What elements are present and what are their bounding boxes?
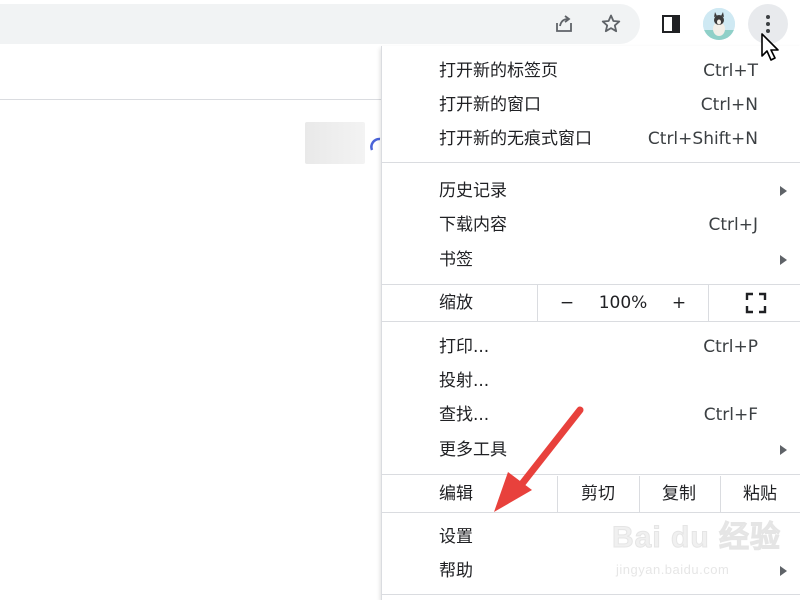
menu-separator [382, 321, 800, 322]
browser-window: 打开新的标签页 Ctrl+T 打开新的窗口 Ctrl+N 打开新的无痕式窗口 C… [0, 0, 800, 600]
menu-item-cast[interactable]: 投射... [382, 364, 800, 398]
fullscreen-icon[interactable] [738, 285, 774, 321]
menu-item-label: 历史记录 [439, 181, 507, 201]
cut-button[interactable]: 剪切 [562, 476, 634, 512]
menu-item-bookmarks[interactable]: 书签 [382, 243, 800, 277]
menu-item-label: 查找... [439, 405, 490, 425]
menu-item-new-tab[interactable]: 打开新的标签页 Ctrl+T [382, 54, 800, 88]
menu-item-shortcut: Ctrl+N [700, 95, 758, 115]
submenu-arrow-icon [780, 255, 787, 265]
menu-item-label: 打开新的窗口 [439, 95, 541, 115]
edit-label: 编辑 [439, 484, 473, 504]
menu-item-shortcut: Ctrl+Shift+N [647, 129, 758, 149]
menu-separator [382, 594, 800, 595]
chrome-main-menu: 打开新的标签页 Ctrl+T 打开新的窗口 Ctrl+N 打开新的无痕式窗口 C… [381, 46, 800, 600]
browser-toolbar [0, 0, 800, 48]
bookmark-star-icon[interactable] [595, 8, 627, 40]
menu-item-label: 更多工具 [439, 440, 507, 460]
menu-item-shortcut: Ctrl+P [703, 337, 758, 357]
menu-item-shortcut: Ctrl+J [708, 215, 758, 235]
menu-vertical-divider [639, 476, 640, 512]
menu-item-label: 设置 [439, 527, 473, 547]
mouse-cursor-icon [761, 33, 779, 61]
menu-separator [382, 512, 800, 513]
submenu-arrow-icon [780, 566, 787, 576]
menu-item-shortcut: Ctrl+F [703, 405, 758, 425]
menu-item-label: 下载内容 [439, 215, 507, 235]
menu-item-settings[interactable]: 设置 [382, 520, 800, 554]
menu-item-label: 帮助 [439, 561, 473, 581]
menu-vertical-divider [708, 285, 709, 321]
share-icon[interactable] [548, 8, 580, 40]
menu-vertical-divider [557, 476, 558, 512]
partial-logo-icon [370, 137, 381, 151]
menu-item-label: 打开新的无痕式窗口 [439, 129, 592, 149]
side-panel-icon[interactable] [655, 8, 687, 40]
menu-item-shortcut: Ctrl+T [703, 61, 758, 81]
menu-item-new-incognito-window[interactable]: 打开新的无痕式窗口 Ctrl+Shift+N [382, 122, 800, 156]
zoom-label: 缩放 [439, 293, 473, 313]
zoom-level: 100% [598, 293, 648, 313]
menu-item-label: 打印... [439, 337, 490, 357]
blurred-content [305, 122, 365, 164]
menu-separator [382, 162, 800, 163]
menu-item-history[interactable]: 历史记录 [382, 174, 800, 208]
menu-row-zoom: 缩放 − 100% + [382, 285, 800, 321]
menu-row-edit: 编辑 剪切 复制 粘贴 [382, 476, 800, 512]
submenu-arrow-icon [780, 445, 787, 455]
menu-item-label: 书签 [439, 250, 473, 270]
menu-item-print[interactable]: 打印... Ctrl+P [382, 330, 800, 364]
menu-item-find[interactable]: 查找... Ctrl+F [382, 398, 800, 432]
menu-vertical-divider [537, 285, 538, 321]
zoom-out-button[interactable]: − [552, 285, 582, 321]
profile-avatar[interactable] [703, 8, 735, 40]
copy-button[interactable]: 复制 [644, 476, 714, 512]
menu-item-label: 打开新的标签页 [439, 61, 558, 81]
submenu-arrow-icon [780, 186, 787, 196]
zoom-in-button[interactable]: + [664, 285, 694, 321]
menu-item-downloads[interactable]: 下载内容 Ctrl+J [382, 208, 800, 242]
address-bar[interactable] [0, 4, 640, 44]
menu-vertical-divider [720, 476, 721, 512]
content-divider [0, 99, 382, 100]
menu-item-more-tools[interactable]: 更多工具 [382, 433, 800, 467]
menu-separator [382, 474, 800, 475]
paste-button[interactable]: 粘贴 [725, 476, 795, 512]
menu-item-new-window[interactable]: 打开新的窗口 Ctrl+N [382, 88, 800, 122]
menu-item-help[interactable]: 帮助 [382, 554, 800, 588]
menu-item-label: 投射... [439, 371, 490, 391]
